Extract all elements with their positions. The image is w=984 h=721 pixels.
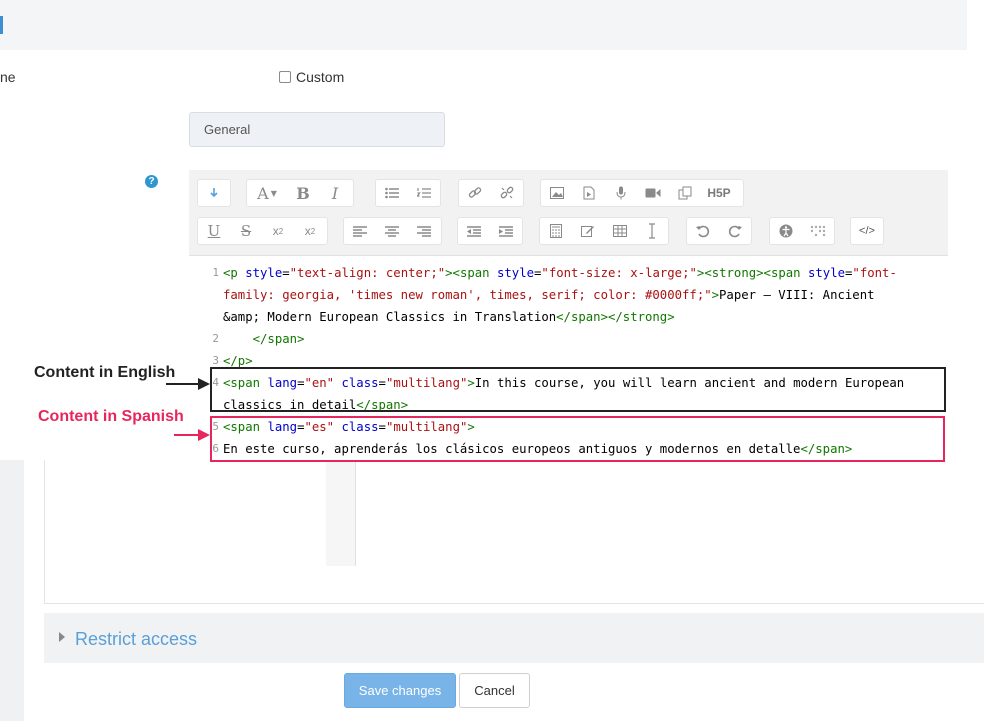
outdent-icon[interactable] [458,218,490,244]
toolbar-group-collapse [197,179,231,207]
edit-icon[interactable] [572,218,604,244]
toolbar-group-align [343,217,442,245]
name-field-label: ne [0,69,16,85]
form-section-panel [44,460,984,604]
right-scroll-gutter [967,0,984,460]
restrict-access-link[interactable]: Restrict access [75,629,197,650]
left-page-gutter [0,460,24,721]
spanish-annotation-label: Content in Spanish [38,408,184,425]
equation-icon[interactable] [540,218,572,244]
superscript-icon[interactable]: x2 [294,218,326,244]
expand-caret-icon[interactable] [59,632,65,642]
indent-icon[interactable] [490,218,522,244]
toolbar-group-history [686,217,752,245]
clear-formatting-icon[interactable] [636,218,668,244]
screenreader-helper-icon[interactable] [802,218,834,244]
section-accent-bar [0,16,3,34]
align-right-icon[interactable] [408,218,440,244]
unordered-list-icon[interactable] [376,180,408,206]
toolbar-group-insert [539,217,669,245]
english-arrow-icon [166,378,210,390]
align-center-icon[interactable] [376,218,408,244]
toolbar-group-accessibility [769,217,835,245]
record-audio-icon[interactable] [605,180,637,206]
cancel-button[interactable]: Cancel [459,673,530,708]
english-annotation-label: Content in English [34,364,176,381]
custom-checkbox[interactable] [279,71,291,83]
strikethrough-icon[interactable]: S [230,218,262,244]
bold-icon[interactable]: B [287,180,319,206]
english-content-highlight [210,367,946,412]
underline-icon[interactable]: U [198,218,230,244]
collapse-icon[interactable] [198,180,230,206]
table-icon[interactable] [604,218,636,244]
redo-icon[interactable] [719,218,751,244]
media-icon[interactable] [573,180,605,206]
spanish-arrow-icon [174,429,210,441]
h5p-icon[interactable]: H5P [701,180,737,206]
toolbar-group-links [458,179,524,207]
unlink-icon[interactable] [491,180,523,206]
toolbar-group-indent [457,217,523,245]
font-size-icon[interactable]: A ▼ [247,180,287,206]
toolbar-group-text: A ▼ B I [246,179,354,207]
undo-icon[interactable] [687,218,719,244]
save-changes-button[interactable]: Save changes [344,673,456,708]
help-icon[interactable]: ? [145,175,158,188]
toolbar-group-html: </> [850,217,884,245]
custom-label[interactable]: Custom [296,69,344,85]
italic-icon[interactable]: I [319,180,351,206]
accessibility-checker-icon[interactable] [770,218,802,244]
editor-toolbar: A ▼ B I H5P U S x 2 x 2 </> [189,170,948,256]
section-name-field[interactable]: General [189,112,445,147]
ordered-list-icon[interactable] [408,180,440,206]
line-number: 3 [212,354,219,367]
toolbar-group-lists [375,179,441,207]
link-icon[interactable] [459,180,491,206]
record-video-icon[interactable] [637,180,669,206]
toolbar-group-format: U S x2 x2 [197,217,328,245]
image-icon[interactable] [541,180,573,206]
line-number: 2 [212,332,219,345]
section-header-band [0,0,967,50]
editor-gutter-remainder [326,460,356,566]
align-left-icon[interactable] [344,218,376,244]
line-number: 1 [212,266,219,279]
toolbar-group-media: H5P [540,179,744,207]
spanish-content-highlight [210,416,945,462]
manage-files-icon[interactable] [669,180,701,206]
subscript-icon[interactable]: x2 [262,218,294,244]
html-icon[interactable]: </> [851,218,883,244]
